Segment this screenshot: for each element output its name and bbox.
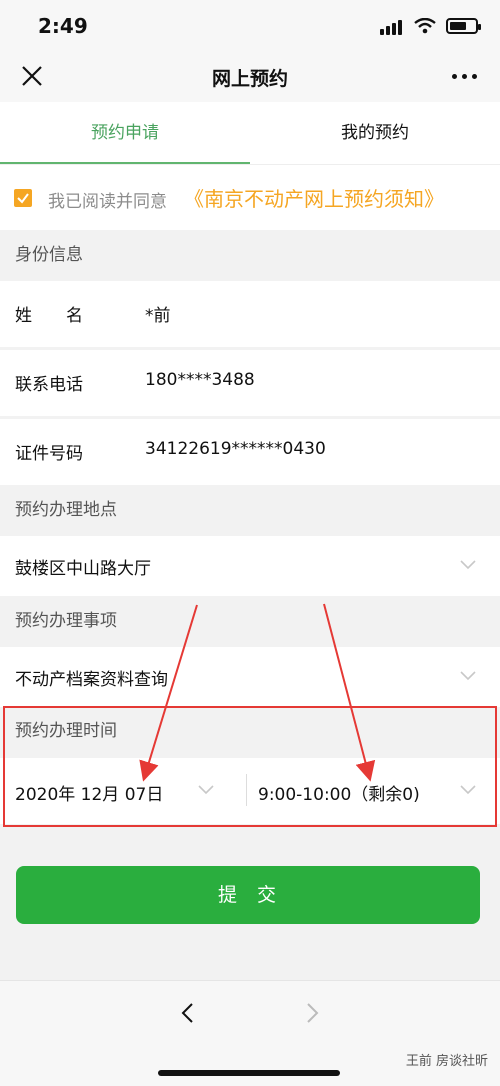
submit-button[interactable]: 提交	[16, 866, 480, 924]
annotation-arrow-left	[139, 604, 198, 782]
home-indicator	[158, 1070, 340, 1076]
forward-arrow-icon[interactable]	[300, 1001, 324, 1025]
back-arrow-icon[interactable]	[176, 1001, 200, 1025]
annotation-arrow-right	[323, 603, 376, 782]
watermark: 王前 房谈社昕	[405, 1054, 488, 1069]
page: 2:49 网上预约 预约申请 我的预约 我已阅读并同意 《南京不动产网上预约须知…	[0, 0, 500, 1086]
